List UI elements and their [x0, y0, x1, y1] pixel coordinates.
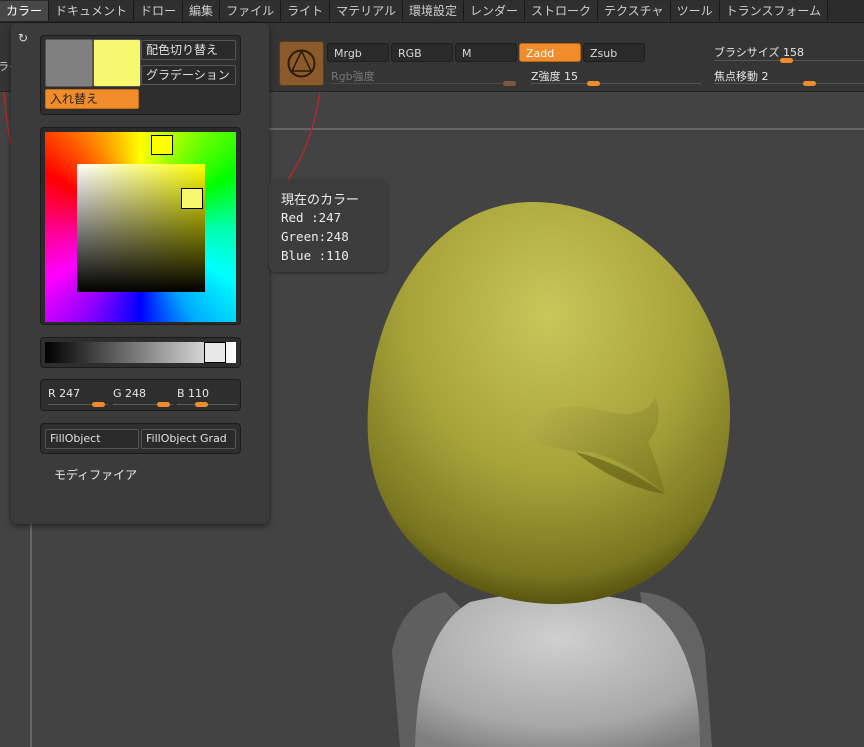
hue-selector[interactable]	[151, 135, 173, 155]
swap-colors-button[interactable]: 配色切り替え	[141, 40, 236, 60]
r-slider-label: R 247	[48, 387, 80, 400]
brush-size-slider[interactable]	[780, 58, 793, 63]
rgb-intensity-track	[331, 83, 516, 84]
menu-tool[interactable]: ツール	[670, 1, 720, 21]
rgb-intensity-slider[interactable]	[503, 81, 516, 86]
secondary-color-swatch[interactable]	[45, 39, 93, 87]
b-slider-label: B 110	[177, 387, 209, 400]
fill-object-grad-button[interactable]: FillObject Grad	[141, 429, 236, 449]
z-intensity-value: 15	[564, 70, 579, 83]
value-selector[interactable]	[204, 342, 226, 363]
swap-button[interactable]: 入れ替え	[45, 89, 139, 109]
color-picker-box	[40, 127, 241, 325]
zadd-button[interactable]: Zadd	[519, 43, 581, 62]
brush-size-label: ブラシサイズ	[714, 46, 780, 59]
z-intensity-slider[interactable]	[587, 81, 600, 86]
tooltip-title: 現在のカラー	[281, 193, 360, 208]
focal-shift-slider[interactable]	[803, 81, 816, 86]
b-value: 110	[188, 387, 210, 400]
main-color-swatch[interactable]	[93, 39, 141, 87]
rgb-sliders-box: R 247 G 248 B 110	[40, 379, 241, 411]
fill-object-button[interactable]: FillObject	[45, 429, 139, 449]
color-palette-panel: ↻ 配色切り替え グラデーション 入れ替え R 247 G 248 B 110 …	[11, 23, 269, 524]
focal-shift-track	[714, 83, 864, 84]
menu-edit[interactable]: 編集	[183, 1, 221, 21]
body-torso	[415, 592, 700, 747]
z-intensity-label: Z強度	[531, 70, 561, 83]
focal-shift-label: 焦点移動	[714, 70, 758, 83]
tooltip-green: Green:248	[281, 229, 349, 244]
g-label: G	[113, 387, 122, 400]
b-slider[interactable]	[195, 402, 208, 407]
g-slider[interactable]	[157, 402, 170, 407]
menu-light[interactable]: ライト	[281, 1, 331, 21]
menu-bar: カラー ドキュメント ドロー 編集 ファイル ライト マテリアル 環境設定 レン…	[0, 0, 864, 23]
color-selector[interactable]	[181, 188, 203, 209]
menu-texture[interactable]: テクスチャ	[598, 1, 671, 21]
menu-stroke[interactable]: ストローク	[525, 1, 599, 21]
rgb-intensity-label: Rgb強度	[331, 70, 375, 83]
b-label: B	[177, 387, 185, 400]
material-sphere-icon	[287, 49, 316, 78]
focal-shift-value: 2	[761, 70, 769, 83]
head-egg	[367, 202, 730, 604]
modifiers-toggle[interactable]: モディファイア	[54, 466, 137, 483]
zsub-button[interactable]: Zsub	[583, 43, 645, 62]
tooltip-blue: Blue :110	[281, 248, 349, 263]
tooltip-red: Red :247	[281, 210, 342, 225]
m-button[interactable]: M	[455, 43, 517, 62]
z-intensity-slider-label: Z強度 15	[531, 68, 578, 84]
menu-document[interactable]: ドキュメント	[49, 1, 135, 21]
menu-file[interactable]: ファイル	[220, 1, 282, 21]
r-value: 247	[59, 387, 81, 400]
refresh-icon[interactable]: ↻	[18, 32, 30, 44]
material-sphere-button[interactable]	[279, 41, 324, 86]
focal-shift-slider-label: 焦点移動 2	[714, 68, 769, 84]
menu-color[interactable]: カラー	[0, 1, 50, 21]
r-slider[interactable]	[92, 402, 105, 407]
color-swatch-box: 配色切り替え グラデーション 入れ替え	[40, 35, 241, 115]
menu-draw[interactable]: ドロー	[134, 1, 184, 21]
menu-preferences[interactable]: 環境設定	[402, 1, 464, 21]
r-label: R	[48, 387, 56, 400]
fill-box: FillObject FillObject Grad	[40, 423, 241, 454]
value-strip-box	[40, 337, 241, 368]
menu-material[interactable]: マテリアル	[330, 1, 403, 21]
menu-render[interactable]: レンダー	[464, 1, 526, 21]
g-value: 248	[125, 387, 147, 400]
saturation-brightness-square[interactable]	[77, 164, 205, 292]
menu-transform[interactable]: トランスフォーム	[719, 1, 828, 21]
gradient-button[interactable]: グラデーション	[141, 65, 236, 85]
g-slider-label: G 248	[113, 387, 146, 400]
z-intensity-track	[531, 83, 701, 84]
mrgb-button[interactable]: Mrgb	[327, 43, 389, 62]
rgb-button[interactable]: RGB	[391, 43, 453, 62]
current-color-tooltip: 現在のカラー Red :247 Green:248 Blue :110	[269, 180, 387, 272]
